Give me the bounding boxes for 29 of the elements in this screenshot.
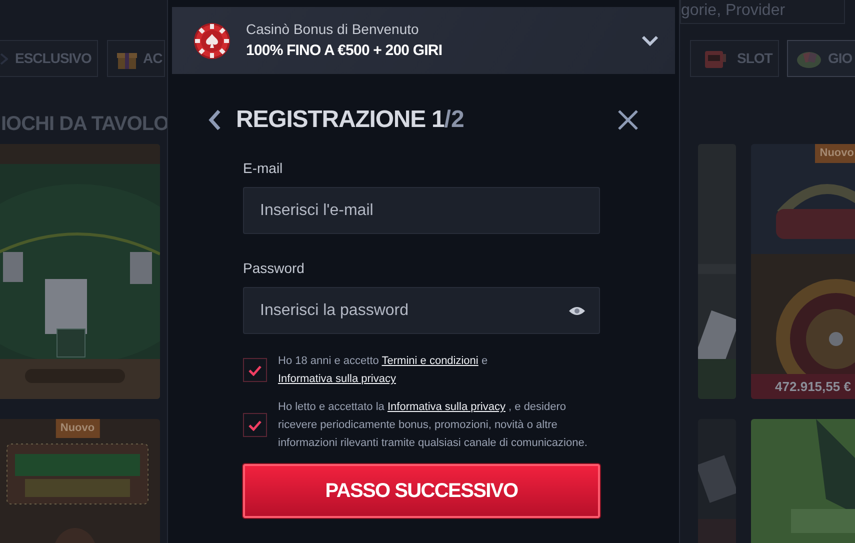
consent-text: Ho 18 anni e accetto Termini e condizioni e Informativa sulla privacy [278, 354, 489, 387]
checkbox[interactable] [243, 358, 267, 382]
email-field[interactable]: Inserisci l'e-mail [243, 187, 600, 234]
password-field[interactable]: Inserisci la password [243, 287, 600, 334]
dialog-title: REGISTRAZIONE [236, 105, 426, 135]
check-icon [248, 364, 262, 376]
step-total: /2 [444, 105, 464, 135]
checkbox[interactable] [243, 413, 267, 437]
next-step-button[interactable]: PASSO SUCCESSIVO [243, 464, 600, 518]
promo-title: Casinò Bonus di Benvenuto [246, 20, 420, 39]
field-label: E-mail [243, 159, 284, 178]
eye-icon[interactable] [568, 305, 586, 317]
new-badge: Nuovo [55, 419, 100, 438]
back-icon[interactable] [208, 109, 222, 131]
field-label: Password [243, 259, 306, 278]
consent-text: Ho letto e accettato la Informativa sulla privacy , e desidero ricevere periodicamente bonus, promozioni, novità o altre informazioni rilevanti tramite qualsiasi canale di comunicazione. [278, 400, 588, 451]
promo-banner[interactable]: Casinò Bonus di Benvenuto 100% FINO A €500 + 200 GIRI [172, 7, 675, 74]
promo-headline: 100% FINO A €500 + 200 GIRI [246, 40, 444, 61]
poker-chip-icon [192, 20, 232, 60]
step-number: 1 [432, 105, 444, 135]
consent-link[interactable]: Informativa sulla privacy [387, 401, 506, 413]
jackpot-amount: 472.915,55 € [751, 374, 855, 399]
check-icon [248, 420, 262, 430]
close-icon[interactable] [617, 109, 639, 131]
new-badge: Nuovo [814, 144, 855, 162]
section-title: IOCHI DA TAVOLO [0, 112, 169, 135]
consent-link[interactable]: Informativa sulla privacy [278, 373, 396, 385]
chevron-down-icon[interactable] [641, 34, 659, 46]
consent-link[interactable]: Termini e condizioni [382, 355, 478, 367]
